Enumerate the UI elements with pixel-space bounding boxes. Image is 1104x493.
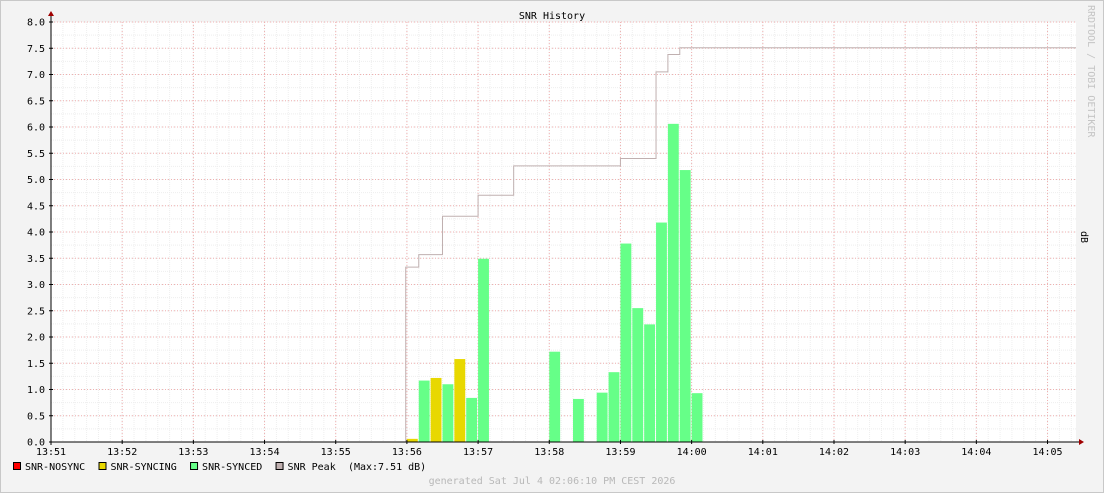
bar-snr-synced <box>620 243 632 442</box>
bar-snr-syncing <box>430 377 442 442</box>
y-tick-label: 3.0 <box>27 280 45 291</box>
y-axis-label: dB <box>1078 231 1089 243</box>
x-tick-label: 14:04 <box>961 447 991 458</box>
x-tick-label: 13:54 <box>249 447 279 458</box>
x-tick-label: 14:00 <box>677 447 707 458</box>
bar-snr-synced <box>549 351 561 442</box>
legend-label: SNR-SYNCED <box>202 462 262 473</box>
x-tick-label: 14:02 <box>819 447 849 458</box>
y-tick-label: 2.5 <box>27 306 45 317</box>
x-tick-label: 13:51 <box>36 447 66 458</box>
bar-snr-synced <box>572 398 584 442</box>
bar-snr-synced <box>596 392 608 442</box>
x-tick-label: 13:56 <box>392 447 422 458</box>
y-tick-label: 6.5 <box>27 96 45 107</box>
x-tick-label: 14:03 <box>890 447 920 458</box>
y-tick-label: 5.0 <box>27 175 45 186</box>
bar-snr-synced <box>418 380 430 442</box>
bar-snr-synced <box>608 372 620 442</box>
y-tick-label: 4.5 <box>27 201 45 212</box>
legend-swatch <box>98 462 107 470</box>
legend-label: SNR Peak <box>288 462 336 473</box>
y-tick-label: 2.0 <box>27 333 45 344</box>
y-tick-label: 1.0 <box>27 385 45 396</box>
x-tick-label: 13:55 <box>321 447 351 458</box>
bar-snr-synced <box>656 222 667 442</box>
y-tick-label: 7.5 <box>27 44 45 55</box>
x-tick-label: 13:58 <box>534 447 564 458</box>
legend-swatch <box>190 462 199 470</box>
y-tick-label: 6.0 <box>27 123 45 134</box>
bar-snr-syncing <box>454 359 466 442</box>
x-tick-label: 14:01 <box>748 447 778 458</box>
bar-snr-synced <box>691 393 703 442</box>
bar-snr-synced <box>442 384 454 442</box>
x-tick-label: 13:52 <box>107 447 137 458</box>
x-tick-label: 13:57 <box>463 447 493 458</box>
legend-label: SNR-NOSYNC <box>25 462 85 473</box>
footer-timestamp: generated Sat Jul 4 02:06:10 PM CEST 202… <box>429 476 676 487</box>
y-tick-label: 4.0 <box>27 228 45 239</box>
bar-snr-synced <box>644 324 656 442</box>
chart-title: SNR History <box>519 11 585 22</box>
legend-label: SNR-SYNCING <box>111 462 177 473</box>
bar-snr-synced <box>478 258 489 442</box>
legend-swatch <box>275 462 284 470</box>
bar-snr-synced <box>632 308 644 442</box>
bar-snr-synced <box>466 397 478 442</box>
y-tick-label: 0.5 <box>27 411 45 422</box>
y-tick-label: 1.5 <box>27 359 45 370</box>
bar-snr-synced <box>679 170 691 443</box>
watermark-text: RRDTOOL / TOBI OETIKER <box>1085 5 1096 138</box>
y-tick-label: 5.5 <box>27 149 45 160</box>
y-tick-label: 8.0 <box>27 18 45 29</box>
snr-history-chart: 0.00.51.01.52.02.53.03.54.04.55.05.56.06… <box>0 0 1104 493</box>
y-tick-label: 7.0 <box>27 70 45 81</box>
x-tick-label: 14:05 <box>1032 447 1062 458</box>
x-tick-label: 13:53 <box>178 447 208 458</box>
x-tick-label: 13:59 <box>605 447 635 458</box>
legend: SNR-NOSYNC SNR-SYNCING SNR-SYNCED SNR Peak (… <box>13 462 426 473</box>
y-tick-label: 3.5 <box>27 254 45 265</box>
legend-peak-note: (Max:7.51 dB) <box>348 462 426 473</box>
legend-swatch <box>13 462 21 470</box>
bar-snr-synced <box>667 123 679 442</box>
